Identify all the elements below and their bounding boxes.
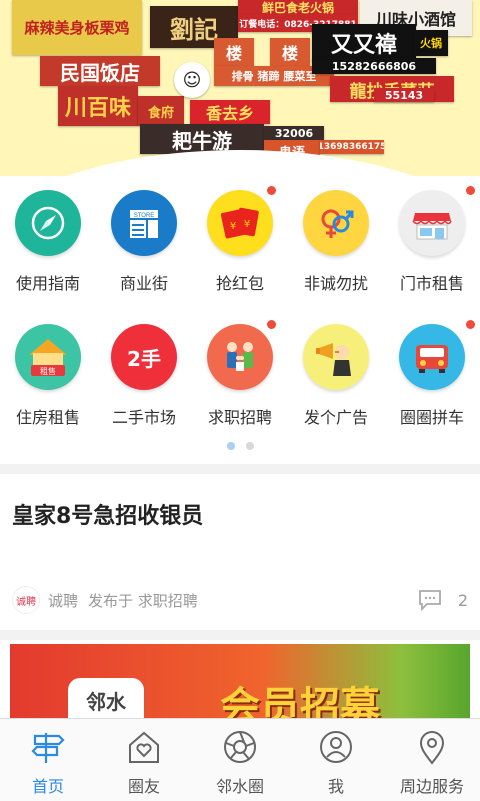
secondhand-icon: 2手 (111, 324, 177, 390)
svg-text:¥: ¥ (230, 221, 236, 232)
grid-item-label: 住房租售 (15, 408, 80, 427)
grid-item-label: 使用指南 (15, 274, 80, 293)
avatar[interactable]: 诚聘 (12, 586, 40, 614)
sign-hotpot: 鲜巴食老火锅 (238, 0, 358, 14)
nav-label: 我 (327, 777, 344, 796)
ad-banner[interactable]: 邻水 会员招募 (0, 640, 480, 718)
nav-label: 邻水圈 (215, 777, 264, 796)
nav-friends[interactable]: 圈友 (96, 719, 192, 801)
sign-32006: 32006 (264, 126, 324, 140)
store-icon: STORE (111, 190, 177, 256)
grid-item-label: 圈圈拼车 (399, 408, 464, 427)
page-dot-active[interactable] (226, 442, 235, 450)
sign-xiangqu: 香去乡 (190, 100, 270, 124)
grid-item-street[interactable]: STORE 商业街 (96, 176, 192, 296)
grid-item-label: 非诚勿扰 (303, 274, 368, 293)
sign-guiyu-phone: 13698366175 (320, 140, 384, 154)
grid-item-carpool[interactable]: 圈圈拼车 (384, 310, 480, 430)
sign-chuanbaiwei: 川百味 (58, 86, 138, 126)
banner-carousel[interactable]: 麻辣美身板栗鸡 劉記 鲜巴食老火锅 订餐电话：0826-3217881 川味小酒… (0, 0, 480, 178)
grid-item-label: 门市租售 (399, 274, 464, 293)
grid-item-dating[interactable]: 非诚勿扰 (288, 176, 384, 296)
notification-dot (466, 320, 475, 329)
compass-icon (15, 190, 81, 256)
grid-item-label: 求职招聘 (207, 408, 272, 427)
cartoon-face-icon: ☺ (174, 62, 210, 98)
nav-label: 首页 (31, 777, 64, 796)
grid-item-secondhand[interactable]: 2手 二手市场 (96, 310, 192, 430)
nav-home[interactable]: 首页 (0, 719, 96, 801)
ad-image[interactable]: 邻水 会员招募 (10, 644, 470, 718)
ad-logo: 邻水 (68, 678, 144, 718)
aperture-icon (224, 731, 256, 763)
grid-item-ads[interactable]: 发个广告 (288, 310, 384, 430)
grid-item-shop-rental[interactable]: 门市租售 (384, 176, 480, 296)
home-heart-icon (129, 731, 159, 763)
nav-circle[interactable]: 邻水圈 (192, 719, 288, 801)
nav-nearby[interactable]: 周边服务 (384, 719, 480, 801)
comment-icon (418, 590, 441, 611)
comment-button[interactable]: 2 (418, 589, 468, 611)
grid-item-label: 商业街 (119, 274, 168, 293)
category-grid: 使用指南 STORE 商业街 ¥¥ 抢红包 非诚勿扰 门市租售 租售 住房租售 (0, 176, 480, 464)
notification-dot (267, 186, 276, 195)
nav-label: 周边服务 (399, 777, 464, 796)
nav-me[interactable]: 我 (288, 719, 384, 801)
sign-55143: 55143 (374, 88, 434, 102)
sign-shifu: 食府 (138, 96, 184, 126)
sign-youyou-phone: 15282666806 (312, 58, 436, 74)
sign-lou-left: 楼 (214, 38, 254, 66)
banner-curve (0, 150, 480, 178)
grid-item-redpacket[interactable]: ¥ ¥ 抢红包 (192, 176, 288, 296)
house-icon: 租售 (15, 324, 81, 390)
house-badge-text: 租售 (40, 366, 56, 376)
svg-text:¥: ¥ (244, 219, 250, 230)
grid-item-label: 抢红包 (215, 274, 264, 293)
sign-chicken: 麻辣美身板栗鸡 (12, 0, 142, 55)
sign-huoguo: 火锅 (414, 30, 448, 56)
sign-minguo: 民国饭店 (40, 56, 160, 86)
svg-text:STORE: STORE (134, 213, 155, 219)
post-card[interactable]: 皇家8号急招收银员 诚聘 诚聘 发布于 求职招聘 2 (0, 474, 480, 630)
sign-lou-right: 楼 (270, 38, 310, 66)
grid-item-label: 发个广告 (303, 408, 368, 427)
notification-dot (267, 320, 276, 329)
grid-item-jobs[interactable]: 求职招聘 (192, 310, 288, 430)
handshake-icon (207, 324, 273, 390)
secondhand-badge-text: 2手 (127, 346, 161, 371)
grid-item-guide[interactable]: 使用指南 (0, 176, 96, 296)
comment-count: 2 (457, 590, 468, 610)
bottom-nav: 首页 圈友 邻水圈 我 周边服务 (0, 718, 480, 801)
profile-icon (320, 731, 352, 763)
page-dot[interactable] (245, 442, 254, 450)
sign-youyou: 又又禕 (312, 24, 416, 62)
post-author[interactable]: 诚聘 (48, 590, 78, 611)
location-pin-icon (419, 731, 445, 765)
nav-label: 圈友 (127, 777, 160, 796)
ad-headline: 会员招募 (220, 684, 380, 718)
signpost-icon (31, 733, 65, 763)
notification-dot (466, 186, 475, 195)
post-category: 发布于 求职招聘 (88, 591, 198, 610)
shopfront-icon (399, 190, 465, 256)
car-icon (399, 324, 465, 390)
post-meta: 诚聘 诚聘 发布于 求职招聘 2 (12, 586, 468, 614)
grid-item-housing[interactable]: 租售 住房租售 (0, 310, 96, 430)
gender-icon (303, 190, 369, 256)
page-indicator (0, 442, 480, 450)
megaphone-icon (303, 324, 369, 390)
grid-item-label: 二手市场 (111, 408, 176, 427)
red-envelope-icon: ¥ ¥ (207, 190, 273, 256)
post-title[interactable]: 皇家8号急招收银员 (12, 498, 203, 530)
